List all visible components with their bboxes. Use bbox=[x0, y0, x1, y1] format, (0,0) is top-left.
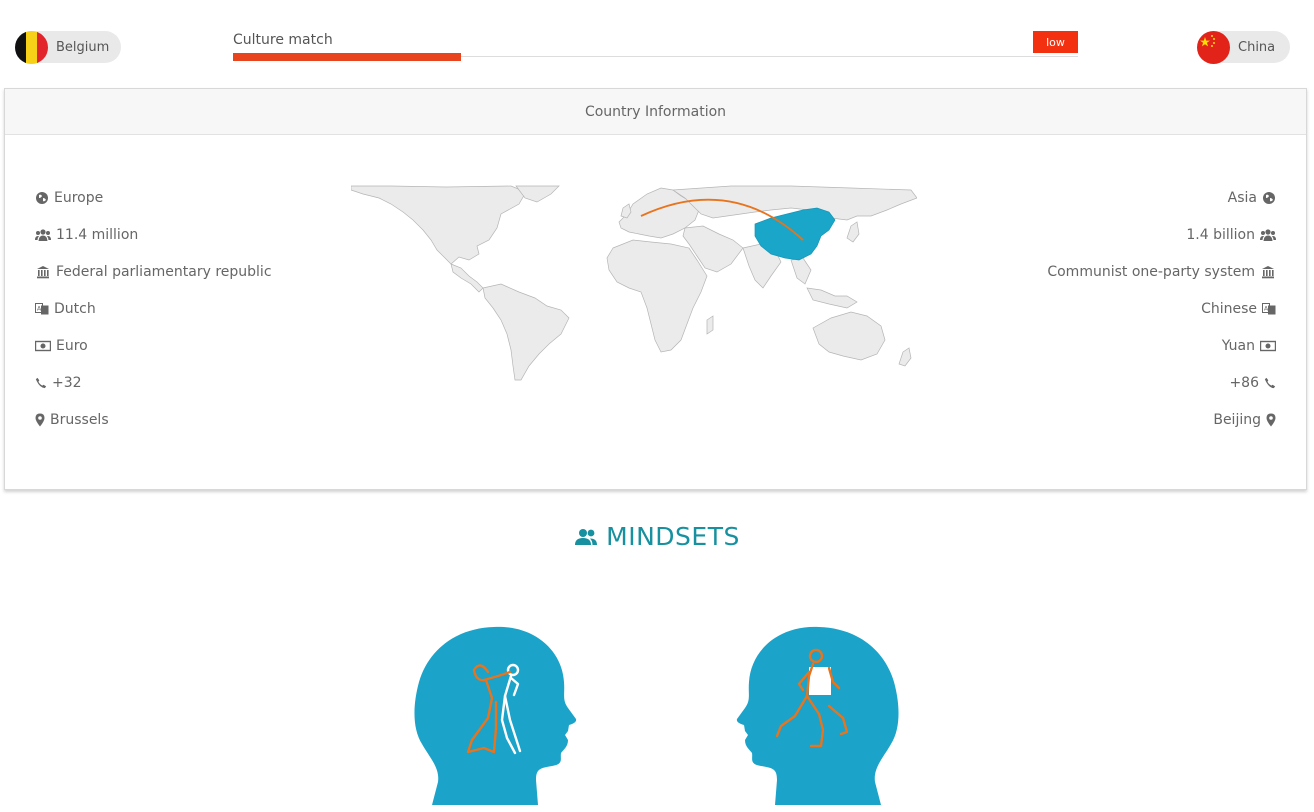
fact-language: Chinese A bbox=[1047, 290, 1276, 327]
map-africa bbox=[606, 239, 708, 353]
fact-continent: Asia bbox=[1047, 179, 1276, 216]
culture-match-label: Culture match bbox=[233, 32, 333, 48]
fact-language: A Dutch bbox=[35, 290, 272, 327]
left-country-facts: Europe 11.4 million Federal parliamentar… bbox=[35, 179, 272, 438]
fact-language-text: Chinese bbox=[1201, 300, 1257, 317]
mindsets-heading: MINDSETS bbox=[0, 522, 1314, 551]
mindsets-title: MINDSETS bbox=[606, 522, 740, 551]
language-icon: A bbox=[35, 302, 49, 314]
phone-icon bbox=[35, 377, 47, 388]
belgium-flag-icon bbox=[15, 30, 48, 64]
map-new-zealand bbox=[898, 347, 912, 367]
money-icon bbox=[1260, 340, 1276, 351]
right-country-name: China bbox=[1238, 39, 1276, 55]
fact-currency: Yuan bbox=[1047, 327, 1276, 364]
fact-currency-text: Yuan bbox=[1221, 337, 1255, 354]
fact-capital-text: Brussels bbox=[50, 411, 109, 428]
china-mindset-head-icon bbox=[736, 626, 899, 805]
map-japan bbox=[846, 221, 860, 243]
map-southeast-asia bbox=[790, 257, 858, 309]
fact-language-text: Dutch bbox=[54, 300, 96, 317]
fact-dial-code: +32 bbox=[35, 364, 272, 401]
map-north-america bbox=[351, 185, 527, 265]
fact-government-text: Federal parliamentary republic bbox=[56, 263, 272, 280]
fact-government-text: Communist one-party system bbox=[1047, 263, 1255, 280]
map-marker-icon bbox=[35, 413, 45, 426]
fact-continent: Europe bbox=[35, 179, 272, 216]
fact-dial-code: +86 bbox=[1047, 364, 1276, 401]
fact-dial-code-text: +32 bbox=[52, 374, 82, 391]
map-central-america bbox=[450, 263, 484, 293]
left-country-selector[interactable]: Belgium bbox=[15, 30, 121, 64]
culture-match-bar bbox=[233, 53, 461, 61]
fact-population: 1.4 billion bbox=[1047, 216, 1276, 253]
fact-population-text: 11.4 million bbox=[56, 226, 139, 243]
map-australia bbox=[812, 311, 886, 361]
right-country-facts: Asia 1.4 billion Communist one-party sys… bbox=[1047, 179, 1276, 438]
people-icon bbox=[575, 528, 598, 545]
fact-government: Federal parliamentary republic bbox=[35, 253, 272, 290]
fact-capital-text: Beijing bbox=[1213, 411, 1261, 428]
fact-continent-text: Asia bbox=[1227, 189, 1257, 206]
culture-match: Culture match low bbox=[233, 31, 1078, 62]
people-icon bbox=[1260, 228, 1276, 241]
language-icon: A bbox=[1262, 302, 1276, 314]
phone-icon bbox=[1264, 377, 1276, 388]
belgium-mindset-head-icon bbox=[414, 626, 577, 805]
money-icon bbox=[35, 340, 51, 351]
government-icon bbox=[37, 265, 49, 278]
people-icon bbox=[35, 228, 51, 241]
fact-government: Communist one-party system bbox=[1047, 253, 1276, 290]
globe-icon bbox=[1263, 191, 1275, 204]
fact-dial-code-text: +86 bbox=[1229, 374, 1259, 391]
fact-capital: Brussels bbox=[35, 401, 272, 438]
government-icon bbox=[1262, 265, 1274, 278]
culture-match-badge: low bbox=[1033, 31, 1078, 53]
map-south-america bbox=[482, 283, 570, 381]
fact-capital: Beijing bbox=[1047, 401, 1276, 438]
country-information-card: Country Information Europe 11.4 million … bbox=[4, 88, 1307, 490]
map-marker-icon bbox=[1266, 413, 1276, 426]
right-country-selector[interactable]: China bbox=[1197, 30, 1290, 64]
fact-continent-text: Europe bbox=[54, 189, 104, 206]
fact-population: 11.4 million bbox=[35, 216, 272, 253]
fact-population-text: 1.4 billion bbox=[1186, 226, 1255, 243]
left-country-name: Belgium bbox=[56, 39, 110, 55]
china-flag-icon bbox=[1197, 30, 1230, 64]
map-madagascar bbox=[706, 315, 714, 335]
map-greenland bbox=[515, 185, 560, 203]
fact-currency-text: Euro bbox=[56, 337, 88, 354]
card-title: Country Information bbox=[5, 89, 1306, 135]
world-map bbox=[351, 185, 917, 381]
globe-icon bbox=[36, 191, 48, 204]
fact-currency: Euro bbox=[35, 327, 272, 364]
